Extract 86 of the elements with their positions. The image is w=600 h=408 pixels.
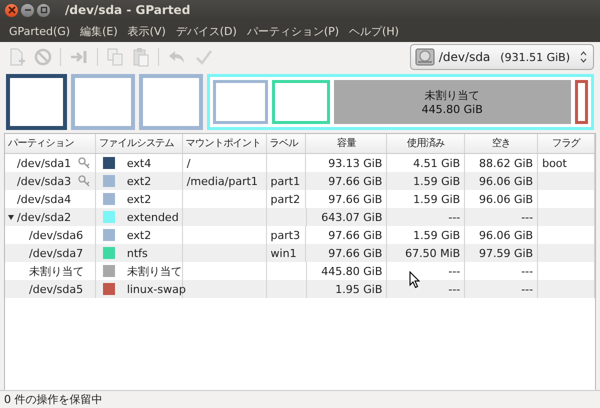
partition-name: /dev/sda7 — [28, 246, 84, 260]
partition-name: 未割り当て — [28, 264, 85, 278]
partition-name: /dev/sda5 — [28, 282, 84, 296]
table-cell: 1.95 GiB — [335, 282, 382, 296]
table-cell: 96.06 GiB — [478, 192, 534, 206]
table-cell: 97.66 GiB — [328, 228, 382, 242]
window-title: /dev/sda - GParted — [65, 3, 190, 17]
status-text: 0 件の操作を保留中 — [4, 392, 102, 407]
table-cell: --- — [521, 282, 534, 296]
partition-name: /dev/sda6 — [28, 228, 84, 242]
filesystem: ext2 — [126, 228, 152, 242]
partition-label: win1 — [270, 246, 297, 260]
column-header[interactable]: マウントポイント — [182, 134, 267, 153]
table-row[interactable]: /dev/sda2 extended 643.07 GiB --- --- — [5, 208, 595, 226]
table-cell: 643.07 GiB — [321, 210, 382, 224]
table-row[interactable]: /dev/sda5 linux-swap 1.95 GiB --- --- — [5, 280, 595, 298]
filesystem: ext2 — [126, 174, 152, 188]
mouse-cursor-icon — [409, 271, 421, 289]
menu-item[interactable]: 表示(V) — [122, 24, 171, 38]
table-cell: 96.06 GiB — [478, 174, 534, 188]
table-cell: --- — [448, 264, 460, 278]
spinner-icon — [580, 51, 587, 63]
partition-label: part1 — [270, 174, 300, 188]
menu-item[interactable]: 編集(E) — [75, 24, 123, 38]
menu-item[interactable]: ヘルプ(H) — [344, 24, 404, 38]
table-cell: 97.66 GiB — [328, 192, 382, 206]
table-row[interactable]: /dev/sda3 ext2 /media/part1 part1 97.66 GiB 1.59 GiB 96.06 GiB — [5, 172, 595, 190]
filesystem: ext2 — [126, 192, 152, 206]
table-cell: 445.80 GiB — [321, 264, 382, 278]
partition-label: part3 — [270, 228, 300, 242]
table-cell: 67.50 MiB — [405, 246, 460, 260]
table-cell: 97.66 GiB — [328, 246, 382, 260]
extended-partition-block[interactable]: 未割り当て 445.80 GiB — [207, 74, 594, 130]
partition-block[interactable] — [6, 74, 66, 130]
column-header[interactable]: 空き — [465, 134, 538, 153]
table-cell: --- — [521, 264, 534, 278]
partition-name: /dev/sda3 — [17, 174, 72, 188]
menu-item[interactable]: パーティション(P) — [242, 24, 344, 38]
mount-point: /media/part1 — [186, 174, 258, 188]
resize-icon[interactable] — [69, 49, 89, 65]
table-row[interactable]: /dev/sda7 ntfs win1 97.66 GiB 67.50 MiB 97.59 GiB — [5, 244, 595, 262]
table-cell: 1.59 GiB — [413, 174, 460, 188]
column-header[interactable]: 使用済み — [387, 134, 466, 153]
filesystem: extended — [126, 210, 179, 224]
table-cell: 1.59 GiB — [413, 228, 460, 242]
mount-point: / — [186, 156, 190, 170]
table-cell: --- — [448, 210, 460, 224]
filesystem: linux-swap — [126, 282, 186, 296]
menu-item[interactable]: デバイス(D) — [170, 24, 242, 38]
table-cell: --- — [448, 282, 460, 296]
block-size: 445.80 GiB — [422, 103, 483, 116]
check-icon[interactable] — [195, 48, 213, 66]
column-header[interactable]: パーティション — [5, 134, 96, 153]
filesystem: 未割り当て — [126, 264, 182, 278]
close-icon[interactable] — [5, 4, 18, 16]
column-header[interactable]: ファイルシステム — [96, 134, 183, 153]
maximize-icon[interactable] — [37, 4, 50, 16]
table-cell: 93.13 GiB — [328, 156, 382, 170]
table-cell: 96.06 GiB — [478, 228, 534, 242]
table-cell: 4.51 GiB — [413, 156, 460, 170]
filesystem: ext4 — [126, 156, 152, 170]
column-header[interactable]: ラベル — [266, 134, 306, 153]
unallocated-block[interactable]: 未割り当て 445.80 GiB — [334, 80, 571, 124]
table-cell: 97.66 GiB — [328, 174, 382, 188]
minimize-icon[interactable] — [21, 4, 34, 16]
delete-icon[interactable] — [34, 48, 52, 66]
partition-label: part2 — [270, 192, 300, 206]
menu-item[interactable]: GParted(G) — [4, 24, 76, 38]
table-cell: --- — [521, 210, 534, 224]
flag-text: boot — [542, 156, 567, 170]
table-cell: 97.59 GiB — [478, 246, 534, 260]
table-cell: 1.59 GiB — [413, 192, 460, 206]
new-icon[interactable] — [8, 47, 26, 67]
table-cell: 88.62 GiB — [478, 156, 534, 170]
column-header[interactable]: フラグ — [538, 134, 595, 153]
block-label: 未割り当て — [424, 88, 480, 103]
partition-name: /dev/sda1 — [17, 156, 72, 170]
partition-block[interactable] — [574, 80, 588, 124]
column-header[interactable]: 容量 — [306, 134, 388, 153]
partition-name: /dev/sda2 — [17, 210, 72, 224]
expander-icon[interactable] — [7, 213, 15, 221]
device-selector[interactable]: /dev/sda (931.51 GiB) — [410, 44, 594, 70]
filesystem: ntfs — [126, 246, 148, 260]
paste-icon[interactable] — [132, 47, 150, 67]
copy-icon[interactable] — [106, 47, 124, 67]
partition-name: /dev/sda4 — [17, 192, 72, 206]
